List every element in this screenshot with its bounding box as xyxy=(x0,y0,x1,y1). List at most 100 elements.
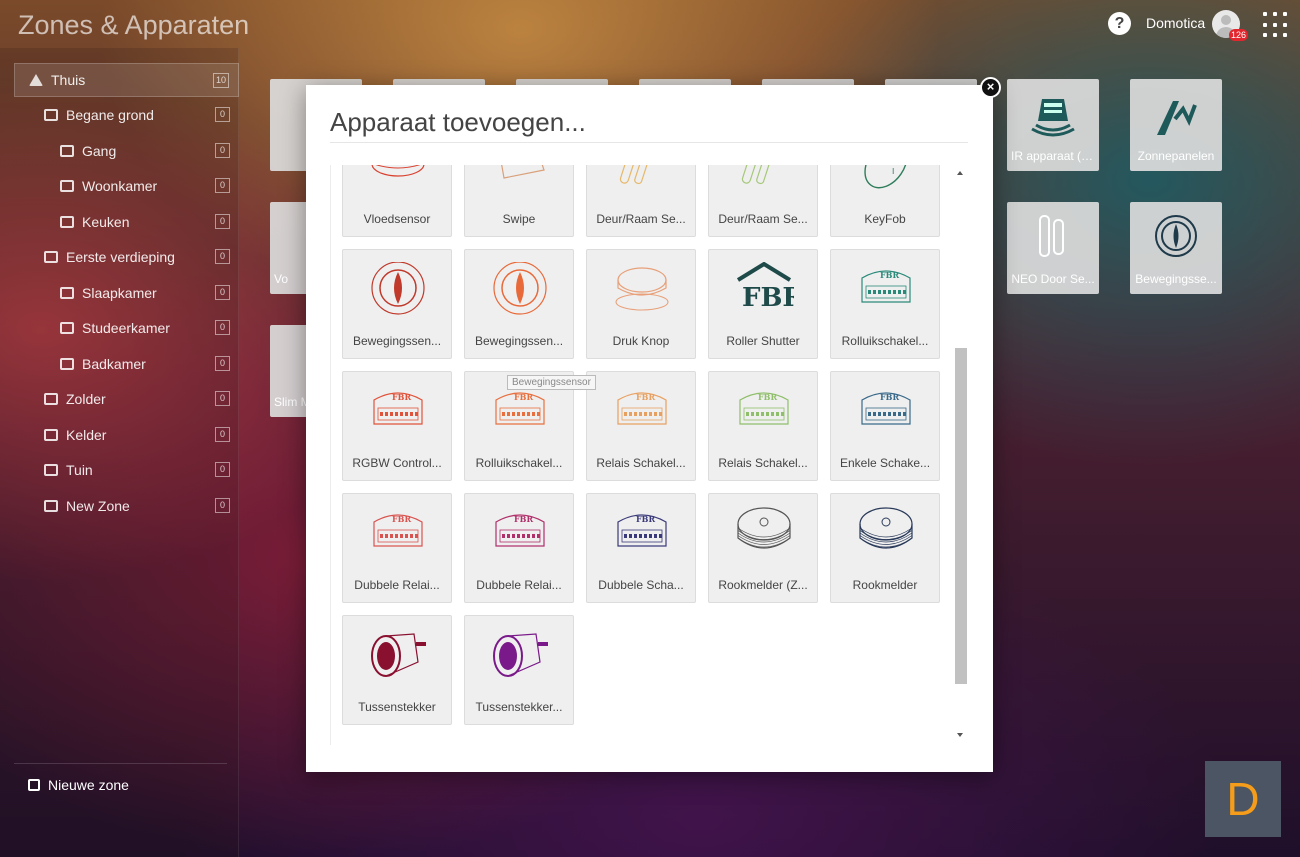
zone-count-badge: 0 xyxy=(215,427,230,442)
door-window-sensor-icon xyxy=(741,165,775,185)
sidebar-item-zone[interactable]: Woonkamer 0 xyxy=(14,169,239,203)
device-tile[interactable]: FBR Enkele Schake... xyxy=(830,371,940,481)
sidebar-item-zone[interactable]: Thuis 10 xyxy=(14,63,239,97)
zone-count-badge: 0 xyxy=(215,498,230,513)
username[interactable]: Domotica xyxy=(1146,15,1205,31)
device-tile[interactable]: FBR RGBW Control... xyxy=(342,371,452,481)
svg-text:FBR: FBR xyxy=(758,392,777,402)
help-icon[interactable]: ? xyxy=(1108,12,1131,35)
scroll-down-arrow-icon[interactable] xyxy=(957,733,963,737)
svg-text:FBR: FBR xyxy=(392,514,411,524)
zone-count-badge: 0 xyxy=(215,462,230,477)
zone-count-badge: 0 xyxy=(215,178,230,193)
device-label: Rookmelder (Z... xyxy=(718,578,808,592)
sidebar-item-zone[interactable]: Begane grond 0 xyxy=(14,98,239,132)
device-label: Deur/Raam Se... xyxy=(718,212,808,226)
smoke-detector-icon xyxy=(737,507,791,549)
device-label: Druk Knop xyxy=(612,334,670,348)
device-tile[interactable]: Bewegingssen... xyxy=(464,249,574,359)
door-sensor-icon xyxy=(1039,215,1064,257)
device-tile[interactable]: FBR Relais Schakel... xyxy=(708,371,818,481)
device-tile[interactable]: Vloedsensor xyxy=(342,165,452,237)
device-tile[interactable]: Druk Knop xyxy=(586,249,696,359)
dialog-title: Apparaat toevoegen... xyxy=(330,107,586,137)
device-tile[interactable]: Rookmelder (Z... xyxy=(708,493,818,603)
bed-icon xyxy=(60,287,74,299)
sidebar-item-zone[interactable]: Eerste verdieping 0 xyxy=(14,240,239,274)
ir-device-icon xyxy=(1031,99,1075,137)
sidebar-item-zone[interactable]: Zolder 0 xyxy=(14,382,239,416)
svg-text:FBR: FBR xyxy=(880,392,899,402)
sidebar-item-zone[interactable]: Slaapkamer 0 xyxy=(14,276,239,310)
motion-sensor-icon xyxy=(371,262,425,315)
sidebar-item-zone[interactable]: New Zone 0 xyxy=(14,489,239,523)
sidebar-item-zone[interactable]: Keuken 0 xyxy=(14,205,239,239)
device-tile[interactable]: Tussenstekker xyxy=(342,615,452,725)
zone-label: Thuis xyxy=(51,72,86,88)
notification-badge: 126 xyxy=(1229,29,1249,41)
sidebar-item-zone[interactable]: Kelder 0 xyxy=(14,418,239,452)
device-tile[interactable]: Tussenstekker... xyxy=(464,615,574,725)
device-tile[interactable]: Rookmelder xyxy=(830,493,940,603)
device-tile[interactable]: IR apparaat (a... xyxy=(1007,79,1099,171)
device-label: KeyFob xyxy=(864,212,906,226)
door-icon xyxy=(60,145,74,157)
device-tile[interactable]: Bewegingssen... xyxy=(342,249,452,359)
sidebar-item-zone[interactable]: Tuin 0 xyxy=(14,453,239,487)
device-tile[interactable]: Swipe xyxy=(464,165,574,237)
zone-count-badge: 0 xyxy=(215,214,230,229)
zone-count-badge: 0 xyxy=(215,285,230,300)
device-tile[interactable]: A X I KeyFob xyxy=(830,165,940,237)
zone-count-badge: 0 xyxy=(215,143,230,158)
device-label: Relais Schakel... xyxy=(718,456,808,470)
device-tile[interactable]: Deur/Raam Se... xyxy=(586,165,696,237)
sidebar-item-zone[interactable]: Badkamer 0 xyxy=(14,347,239,381)
new-zone-label: Nieuwe zone xyxy=(48,777,129,793)
scrollbar[interactable] xyxy=(952,165,968,745)
device-label: Rolluikschakel... xyxy=(841,334,929,348)
shower-icon xyxy=(60,358,74,370)
zone-label: Kelder xyxy=(66,427,107,443)
svg-text:X: X xyxy=(888,165,894,166)
svg-text:FBR: FBR xyxy=(880,270,899,280)
stairs-down-icon xyxy=(44,429,58,441)
device-tile[interactable]: FBR Relais Schakel... xyxy=(586,371,696,481)
device-label: NEO Door Se... xyxy=(1011,272,1095,286)
device-tile[interactable]: FBR Roller Shutter xyxy=(708,249,818,359)
zone-label: Tuin xyxy=(66,462,93,478)
device-tile[interactable]: Deur/Raam Se... xyxy=(708,165,818,237)
sofa-icon xyxy=(60,180,74,192)
device-tile[interactable]: FBR Dubbele Relai... xyxy=(464,493,574,603)
relay-module-icon: FBR xyxy=(373,514,423,547)
new-zone-button[interactable]: Nieuwe zone xyxy=(28,777,129,793)
keyfob-icon: AXI xyxy=(864,165,908,189)
relay-module-icon: FBR xyxy=(495,514,545,547)
roller-shutter-logo-icon: FBR xyxy=(736,262,794,313)
solar-panel-icon xyxy=(1157,101,1197,135)
device-tile[interactable]: FBR Rolluikschakel... xyxy=(830,249,940,359)
door-window-sensor-icon xyxy=(619,165,653,185)
svg-text:FBR: FBR xyxy=(636,392,655,402)
sidebar-item-zone[interactable]: Studeerkamer 0 xyxy=(14,311,239,345)
device-tile[interactable]: Bewegingsse... xyxy=(1130,202,1222,294)
zone-label: Begane grond xyxy=(66,107,154,123)
device-tile[interactable]: Zonnepanelen xyxy=(1130,79,1222,171)
scroll-up-arrow-icon[interactable] xyxy=(957,171,963,175)
device-tile[interactable]: NEO Door Se... xyxy=(1007,202,1099,294)
relay-module-icon: FBR xyxy=(861,392,911,425)
relay-module-icon: FBR xyxy=(373,392,423,425)
zone-count-badge: 0 xyxy=(215,391,230,406)
device-label: Dubbele Relai... xyxy=(354,578,440,592)
device-label: Dubbele Relai... xyxy=(476,578,562,592)
device-tile[interactable]: FBR Dubbele Scha... xyxy=(586,493,696,603)
svg-text:FBR: FBR xyxy=(514,514,533,524)
apps-grid-icon[interactable] xyxy=(1263,12,1289,38)
flood-sensor-icon xyxy=(371,165,425,177)
push-button-icon xyxy=(615,267,669,311)
scrollbar-thumb[interactable] xyxy=(955,348,967,684)
device-tile[interactable]: FBR Dubbele Relai... xyxy=(342,493,452,603)
sidebar-item-zone[interactable]: Gang 0 xyxy=(14,134,239,168)
close-dialog-button[interactable]: × xyxy=(980,77,1001,98)
plug-icon xyxy=(371,633,426,677)
device-list[interactable]: Vloedsensor Swipe Deur/Raam Se... Deur/Raam… xyxy=(330,165,970,745)
